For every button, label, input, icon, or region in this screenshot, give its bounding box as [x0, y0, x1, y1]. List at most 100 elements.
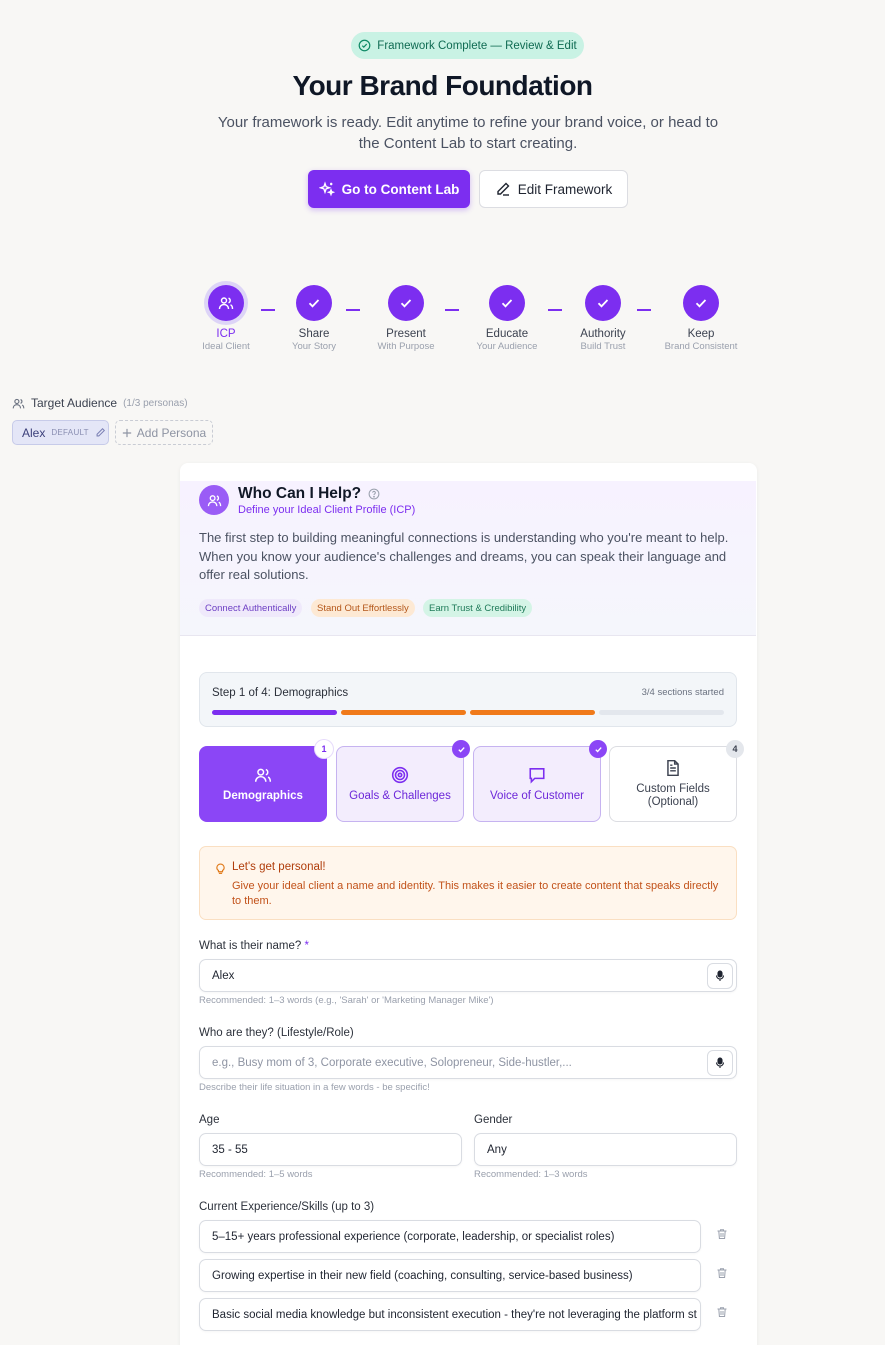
tab-goals-challenges[interactable]: Goals & Challenges [336, 746, 464, 822]
mic-icon [715, 1057, 725, 1068]
step-keep-circle [683, 285, 719, 321]
name-hint: Recommended: 1–3 words (e.g., 'Sarah' or… [199, 995, 494, 1006]
gender-input[interactable]: Any [474, 1133, 737, 1166]
tab-complete-badge [452, 740, 470, 758]
users-icon [12, 398, 25, 408]
status-badge-text: Framework Complete — Review & Edit [377, 39, 577, 52]
progress-panel: Step 1 of 4: Demographics 3/4 sections s… [199, 672, 737, 727]
go-to-content-lab-label: Go to Content Lab [341, 181, 460, 197]
file-text-icon [667, 759, 679, 777]
name-mic-button[interactable] [707, 963, 733, 989]
icp-avatar [199, 485, 229, 515]
default-badge: DEFAULT [51, 428, 89, 437]
check-icon [695, 299, 707, 308]
step-keep[interactable]: Keep Brand Consistent [651, 285, 751, 353]
tab-voice-of-customer[interactable]: Voice of Customer [473, 746, 601, 822]
name-input[interactable]: Alex [199, 959, 737, 992]
go-to-content-lab-button[interactable]: Go to Content Lab [308, 170, 470, 208]
step-label: Keep [687, 328, 715, 340]
tip-text: Give your ideal client a name and identi… [232, 880, 719, 907]
pencil-icon [497, 182, 510, 196]
target-audience-label: Target Audience [31, 396, 118, 410]
add-persona-button[interactable]: Add Persona [115, 420, 213, 445]
step-educate[interactable]: Educate Your Audience [457, 285, 557, 353]
progress-segment [599, 710, 724, 715]
tab-custom-fields[interactable]: Custom Fields (Optional) [609, 746, 737, 822]
tip-callout: Let's get personal! Give your ideal clie… [199, 846, 737, 920]
progress-segment [341, 710, 466, 715]
name-label-text: What is their name? [199, 940, 302, 952]
tag-connect: Connect Authentically [199, 599, 303, 617]
status-badge: Framework Complete — Review & Edit [351, 32, 584, 59]
tag-stand-out: Stand Out Effortlessly [311, 599, 415, 617]
skill-input[interactable]: 5–15+ years professional experience (cor… [199, 1220, 701, 1253]
persona-name: Alex [22, 425, 46, 440]
gender-hint: Recommended: 1–3 words [474, 1169, 588, 1180]
users-icon [218, 297, 234, 310]
plus-icon [122, 428, 131, 437]
trash-icon[interactable] [716, 1267, 728, 1279]
target-audience-header: Target Audience (1/3 personas) [12, 396, 188, 410]
step-sublabel: With Purpose [377, 341, 435, 352]
icp-title: Who Can I Help? [238, 485, 380, 503]
step-label: Present [386, 328, 426, 340]
check-icon [501, 299, 513, 308]
tab-label: Custom Fields (Optional) [636, 783, 710, 808]
step-icp[interactable]: ICP Ideal Client [176, 285, 276, 353]
progress-segment [212, 710, 337, 715]
step-connector [637, 309, 651, 311]
step-present[interactable]: Present With Purpose [356, 285, 456, 353]
page-subtitle: Your framework is ready. Edit anytime to… [217, 114, 719, 152]
tip-title: Let's get personal! [232, 861, 326, 873]
skill-input[interactable]: Basic social media knowledge but inconsi… [199, 1298, 701, 1331]
icp-title-text: Who Can I Help? [238, 485, 362, 502]
step-sublabel: Brand Consistent [664, 341, 738, 352]
help-icon[interactable] [368, 488, 380, 500]
icp-description: The first step to building meaningful co… [199, 530, 729, 582]
step-authority[interactable]: Authority Build Trust [553, 285, 653, 353]
step-educate-circle [489, 285, 525, 321]
who-mic-button[interactable] [707, 1050, 733, 1076]
lightbulb-icon [216, 863, 225, 874]
age-input[interactable]: 35 - 55 [199, 1133, 462, 1166]
users-icon [254, 768, 272, 782]
check-icon [594, 746, 602, 752]
pencil-icon[interactable] [95, 427, 106, 438]
progress-segment [470, 710, 595, 715]
persona-count: (1/3 personas) [123, 397, 188, 409]
step-present-circle [388, 285, 424, 321]
check-icon [400, 299, 412, 308]
tab-label: Voice of Customer [490, 789, 584, 802]
tab-label: Demographics [223, 789, 303, 802]
step-sublabel: Your Audience [476, 341, 538, 352]
persona-chip-alex[interactable]: Alex DEFAULT [12, 420, 109, 445]
age-label: Age [199, 1114, 220, 1126]
step-label: Authority [580, 328, 626, 340]
tab-demographics[interactable]: Demographics [199, 746, 327, 822]
skill-input[interactable]: Growing expertise in their new field (co… [199, 1259, 701, 1292]
trash-icon[interactable] [716, 1306, 728, 1318]
sparkles-icon [318, 181, 335, 197]
step-authority-circle [585, 285, 621, 321]
who-input[interactable]: e.g., Busy mom of 3, Corporate executive… [199, 1046, 737, 1079]
progress-count: 3/4 sections started [641, 687, 724, 698]
edit-framework-button[interactable]: Edit Framework [479, 170, 628, 208]
name-label: What is their name? * [199, 940, 309, 952]
step-sublabel: Ideal Client [202, 341, 250, 352]
tab-label: Goals & Challenges [349, 789, 451, 802]
check-icon [308, 299, 320, 308]
step-sublabel: Build Trust [580, 341, 626, 352]
who-label: Who are they? (Lifestyle/Role) [199, 1027, 354, 1039]
skills-label: Current Experience/Skills (up to 3) [199, 1201, 375, 1213]
trash-icon[interactable] [716, 1228, 728, 1240]
progress-title: Step 1 of 4: Demographics [212, 687, 349, 699]
who-hint: Describe their life situation in a few w… [199, 1082, 430, 1093]
required-marker: * [304, 940, 309, 952]
add-persona-label: Add Persona [136, 425, 207, 440]
tag-earn-trust: Earn Trust & Credibility [423, 599, 533, 617]
page-title: Your Brand Foundation [292, 70, 593, 101]
message-square-icon [529, 767, 545, 784]
step-share[interactable]: Share Your Story [264, 285, 364, 353]
age-hint: Recommended: 1–5 words [199, 1169, 313, 1180]
gender-label: Gender [474, 1114, 513, 1126]
